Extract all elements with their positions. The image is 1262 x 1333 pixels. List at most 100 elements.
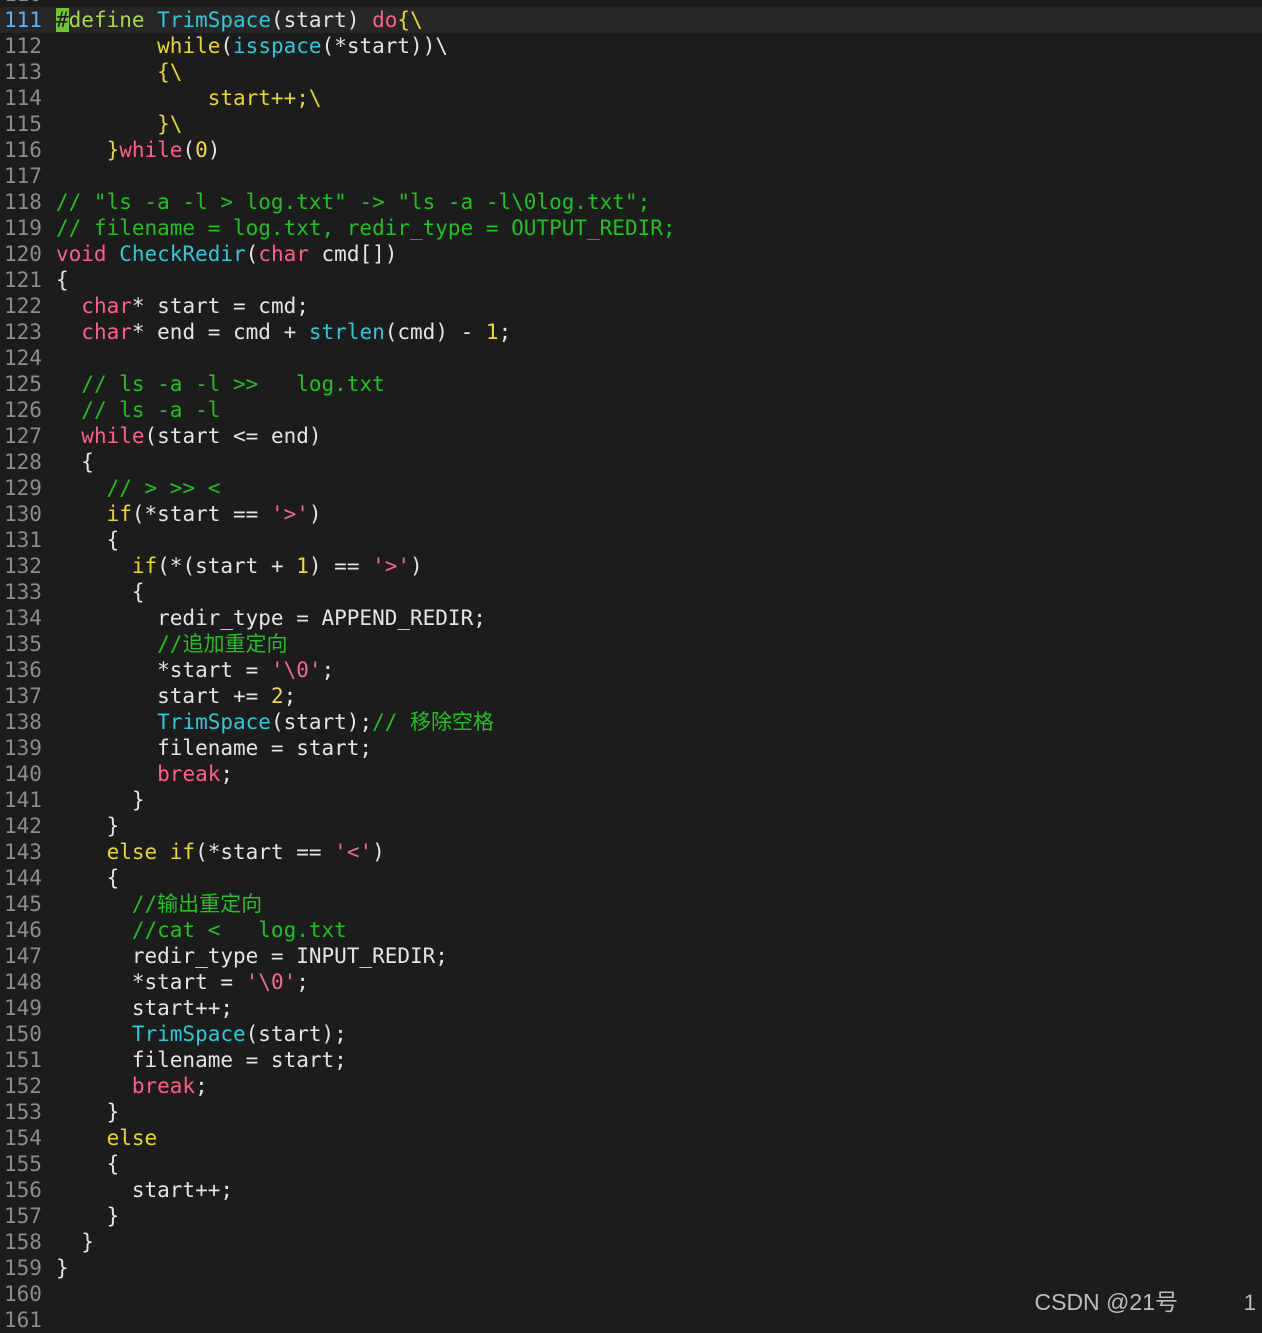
code-line[interactable]: 158 }	[0, 1229, 1262, 1255]
code-line[interactable]: 146 //cat < log.txt	[0, 917, 1262, 943]
line-code: TrimSpace(start);// 移除空格	[50, 709, 494, 735]
code-line[interactable]: 124	[0, 345, 1262, 371]
code-token: '>'	[270, 502, 309, 526]
code-line[interactable]: 125 // ls -a -l >> log.txt	[0, 371, 1262, 397]
code-line[interactable]: 156 start++;	[0, 1177, 1262, 1203]
code-line[interactable]: 151 filename = start;	[0, 1047, 1262, 1073]
line-code: {	[50, 579, 145, 605]
code-line[interactable]: 118 // "ls -a -l > log.txt" -> "ls -a -l\…	[0, 189, 1262, 215]
code-token: ;	[498, 320, 512, 344]
line-code: *start = '\0';	[50, 969, 309, 995]
line-code: }while(0)	[50, 137, 221, 163]
code-line[interactable]: 128 {	[0, 449, 1262, 475]
code-line[interactable]: 115 }\	[0, 111, 1262, 137]
code-editor[interactable]: 110111#define TrimSpace(start) do{\112 w…	[0, 0, 1262, 1333]
line-number: 141	[4, 788, 42, 812]
code-line[interactable]: 112 while(isspace(*start))\	[0, 33, 1262, 59]
code-line[interactable]: 126 // ls -a -l	[0, 397, 1262, 423]
line-code: {	[50, 1151, 120, 1177]
code-line[interactable]: 139 filename = start;	[0, 735, 1262, 761]
code-line[interactable]: 111 #define TrimSpace(start) do{\	[0, 7, 1262, 33]
code-line[interactable]: 132 if(*(start + 1) == '>')	[0, 553, 1262, 579]
line-code: void CheckRedir(char cmd[])	[50, 241, 397, 267]
code-token: TrimSpace	[157, 8, 271, 32]
code-line[interactable]: 129 // > >> <	[0, 475, 1262, 501]
code-line[interactable]: 144 {	[0, 865, 1262, 891]
code-line[interactable]: 122 char* start = cmd;	[0, 293, 1262, 319]
code-line[interactable]: 116 }while(0)	[0, 137, 1262, 163]
code-token: start++;	[56, 996, 234, 1020]
code-line[interactable]: 149 start++;	[0, 995, 1262, 1021]
line-number: 146	[4, 918, 42, 942]
line-number: 160	[4, 1282, 42, 1306]
code-line[interactable]: 133 {	[0, 579, 1262, 605]
line-code: // filename = log.txt, redir_type = OUTP…	[50, 215, 676, 241]
line-code: }	[50, 813, 120, 839]
code-line[interactable]: 145 //输出重定向	[0, 891, 1262, 917]
code-line[interactable]: 148 *start = '\0';	[0, 969, 1262, 995]
code-line[interactable]: 114 start++;\	[0, 85, 1262, 111]
code-token: while	[119, 138, 183, 162]
code-line[interactable]: 131 {	[0, 527, 1262, 553]
code-line[interactable]: 140 break;	[0, 761, 1262, 787]
code-line[interactable]: 138 TrimSpace(start);// 移除空格	[0, 709, 1262, 735]
code-line[interactable]: 130 if(*start == '>')	[0, 501, 1262, 527]
code-line[interactable]: 157 }	[0, 1203, 1262, 1229]
line-code: start++;	[50, 995, 233, 1021]
code-line[interactable]: 141 }	[0, 787, 1262, 813]
code-token: (*(start +	[157, 554, 297, 578]
line-code: filename = start;	[50, 1047, 347, 1073]
code-token: '<'	[334, 840, 373, 864]
code-token: ;	[220, 762, 234, 786]
line-code: redir_type = APPEND_REDIR;	[50, 605, 486, 631]
line-number: 121	[4, 268, 42, 292]
code-line[interactable]: 155 {	[0, 1151, 1262, 1177]
code-token: start++;	[56, 1178, 234, 1202]
line-number: 156	[4, 1178, 42, 1202]
line-number: 139	[4, 736, 42, 760]
code-token: (	[220, 34, 234, 58]
code-line[interactable]: 123 char* end = cmd + strlen(cmd) - 1;	[0, 319, 1262, 345]
line-number: 136	[4, 658, 42, 682]
line-number: 124	[4, 346, 42, 370]
line-code: else	[50, 1125, 158, 1151]
line-code: start++;	[50, 1177, 233, 1203]
code-line[interactable]: 136 *start = '\0';	[0, 657, 1262, 683]
line-code: }	[50, 1229, 94, 1255]
code-line[interactable]: 159}	[0, 1255, 1262, 1281]
code-token: ;	[195, 1074, 208, 1098]
code-line[interactable]: 143 else if(*start == '<')	[0, 839, 1262, 865]
code-token: do	[372, 8, 398, 32]
line-number: 147	[4, 944, 42, 968]
code-line[interactable]: 127 while(start <= end)	[0, 423, 1262, 449]
code-line[interactable]: 121 {	[0, 267, 1262, 293]
code-line[interactable]: 135 //追加重定向	[0, 631, 1262, 657]
code-line[interactable]: 152 break;	[0, 1073, 1262, 1099]
code-token: else if	[106, 840, 196, 864]
code-token: cmd[])	[308, 242, 398, 266]
code-line[interactable]: 120 void CheckRedir(char cmd[])	[0, 241, 1262, 267]
line-code: {	[50, 267, 69, 293]
code-token: //	[131, 892, 158, 916]
line-number: 116	[4, 138, 42, 162]
line-number: 118	[4, 190, 42, 214]
code-line[interactable]: 137 start += 2;	[0, 683, 1262, 709]
code-line[interactable]: 142 }	[0, 813, 1262, 839]
code-line[interactable]: 119 // filename = log.txt, redir_type = O…	[0, 215, 1262, 241]
code-token: redir_type = INPUT_REDIR;	[56, 944, 448, 968]
code-line[interactable]: 110	[0, 0, 1262, 7]
code-token: (	[245, 242, 259, 266]
code-line[interactable]: 113 {\	[0, 59, 1262, 85]
code-line[interactable]: 150 TrimSpace(start);	[0, 1021, 1262, 1047]
code-line[interactable]: 147 redir_type = INPUT_REDIR;	[0, 943, 1262, 969]
code-line[interactable]: 134 redir_type = APPEND_REDIR;	[0, 605, 1262, 631]
code-line[interactable]: 154 else	[0, 1125, 1262, 1151]
line-number: 122	[4, 294, 42, 318]
line-number: 144	[4, 866, 42, 890]
line-code: char* start = cmd;	[50, 293, 309, 319]
code-token: {\	[397, 8, 423, 32]
code-line[interactable]: 153 }	[0, 1099, 1262, 1125]
code-line[interactable]: 117	[0, 163, 1262, 189]
